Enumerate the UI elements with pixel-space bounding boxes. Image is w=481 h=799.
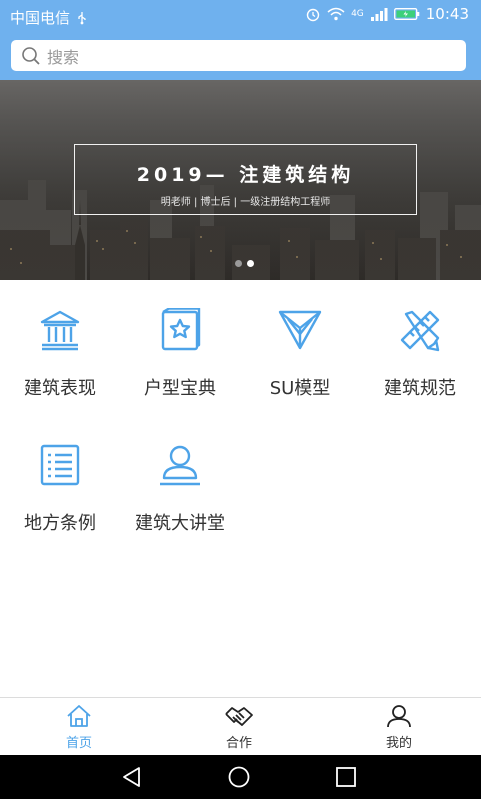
grid-item-label: SU模型	[269, 378, 331, 399]
banner-carousel[interactable]: 2019— 注建筑结构 明老师 | 博士后 | 一级注册结构工程师	[0, 80, 481, 280]
building-icon	[40, 310, 80, 351]
clock-time: 10:43	[425, 5, 469, 23]
grid-item-label: 地方条例	[24, 513, 96, 534]
grid-item-local-regulations[interactable]: 地方条例	[0, 443, 120, 535]
book-star-icon	[161, 307, 201, 351]
grid-item-building-performance[interactable]: 建筑表现	[0, 308, 120, 400]
carousel-indicator	[235, 260, 254, 267]
status-bar: 中国电信 4G 10:43	[0, 0, 481, 32]
grid-item-label: 建筑规范	[384, 378, 456, 399]
banner-subtitle: 明老师 | 博士后 | 一级注册结构工程师	[160, 197, 331, 208]
search-input[interactable]: 搜索	[11, 40, 466, 71]
grid-item-label: 建筑大讲堂	[135, 513, 225, 534]
app-header: 中国电信 4G 10:43 搜索	[0, 0, 481, 80]
nav-tab-profile[interactable]: 我的	[359, 704, 439, 751]
home-icon	[67, 705, 91, 727]
bottom-nav: 首页 合作 我的	[0, 697, 481, 755]
usb-icon	[78, 11, 86, 24]
recent-apps-icon[interactable]	[335, 766, 357, 788]
back-icon[interactable]	[121, 766, 143, 788]
ruler-pencil-icon	[400, 310, 440, 352]
nav-tab-cooperation[interactable]: 合作	[199, 704, 279, 751]
nav-tab-label: 我的	[385, 736, 412, 751]
banner-title: 2019— 注建筑结构	[136, 164, 355, 186]
grid-item-label: 建筑表现	[24, 378, 96, 399]
home-circle-icon[interactable]	[228, 766, 250, 788]
wifi-icon	[327, 7, 345, 21]
user-icon	[387, 705, 411, 728]
system-navigation-bar	[0, 755, 481, 799]
search-icon	[22, 46, 40, 65]
search-placeholder: 搜索	[47, 47, 80, 67]
nav-tab-home[interactable]: 首页	[39, 704, 119, 751]
grid-item-label: 户型宝典	[144, 378, 216, 399]
grid-item-building-codes[interactable]: 建筑规范	[360, 308, 480, 400]
battery-icon	[393, 8, 420, 20]
grid-item-architecture-lectures[interactable]: 建筑大讲堂	[120, 443, 240, 535]
carousel-dot[interactable]	[235, 260, 242, 267]
banner-caption: 2019— 注建筑结构 明老师 | 博士后 | 一级注册结构工程师	[74, 144, 417, 215]
grid-item-su-model[interactable]: SU模型	[240, 308, 360, 400]
network-badge: 4G	[351, 8, 364, 19]
carousel-dot-active[interactable]	[247, 260, 254, 267]
signal-icon	[370, 8, 388, 21]
nav-tab-label: 合作	[225, 736, 252, 751]
handshake-icon	[225, 707, 253, 726]
su-model-icon	[278, 310, 322, 350]
lecturer-icon	[160, 445, 200, 486]
nav-tab-label: 首页	[65, 736, 92, 751]
list-document-icon	[40, 444, 80, 486]
carrier-name: 中国电信	[10, 9, 71, 27]
alarm-icon	[306, 8, 320, 22]
grid-item-floor-plans[interactable]: 户型宝典	[120, 307, 240, 400]
